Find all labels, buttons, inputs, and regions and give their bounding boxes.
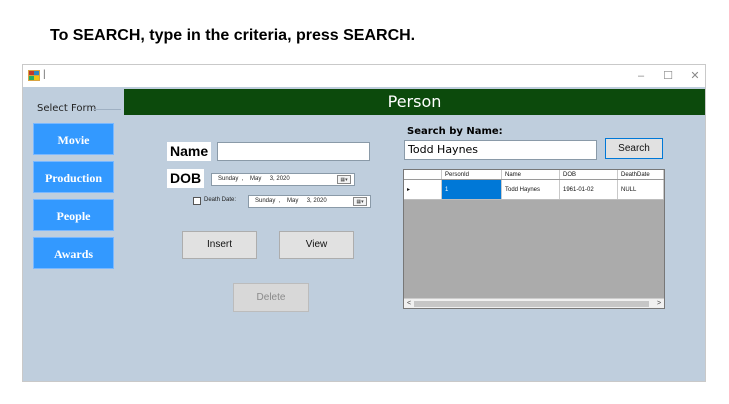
sidebar-item-production[interactable]: Production bbox=[33, 161, 114, 193]
select-form-label: Select Form bbox=[37, 103, 97, 114]
column-header-personid[interactable]: PersonId bbox=[442, 170, 502, 179]
calendar-dropdown-icon[interactable]: ▦▾ bbox=[337, 175, 351, 184]
death-date-value: Sunday , May 3, 2020 bbox=[255, 198, 327, 204]
app-window: | – ☐ ✕ Person Select Form Movie Product… bbox=[22, 64, 706, 382]
death-datepicker[interactable]: Sunday , May 3, 2020 ▦▾ bbox=[248, 195, 371, 208]
column-header-name[interactable]: Name bbox=[502, 170, 560, 179]
page-title: Person bbox=[387, 92, 442, 111]
search-label: Search by Name: bbox=[407, 126, 503, 137]
header-bar: Person bbox=[124, 89, 705, 115]
scrollbar-thumb[interactable] bbox=[414, 301, 649, 307]
scroll-right-icon[interactable]: > bbox=[654, 299, 664, 309]
sidebar-item-awards[interactable]: Awards bbox=[33, 237, 114, 269]
name-input[interactable] bbox=[217, 142, 370, 161]
dob-datepicker[interactable]: Sunday , May 3, 2020 ▦▾ bbox=[211, 173, 355, 186]
death-date-label: Death Date: bbox=[204, 197, 237, 203]
cell-name[interactable]: Todd Haynes bbox=[502, 180, 560, 199]
results-grid[interactable]: PersonId Name DOB DeathDate ▸ 1 Todd Hay… bbox=[403, 169, 665, 309]
app-icon bbox=[28, 70, 40, 81]
column-header-deathdate[interactable]: DeathDate bbox=[618, 170, 664, 179]
cell-personid[interactable]: 1 bbox=[442, 180, 502, 199]
maximize-button[interactable]: ☐ bbox=[659, 68, 677, 84]
dob-value: Sunday , May 3, 2020 bbox=[218, 176, 290, 182]
horizontal-scrollbar[interactable]: < > bbox=[404, 298, 664, 308]
death-date-checkbox[interactable] bbox=[193, 197, 201, 205]
delete-button[interactable]: Delete bbox=[233, 283, 309, 312]
row-header-corner bbox=[404, 170, 442, 179]
cell-dob[interactable]: 1961-01-02 bbox=[560, 180, 618, 199]
sidebar-item-people[interactable]: People bbox=[33, 199, 114, 231]
grid-header: PersonId Name DOB DeathDate bbox=[404, 170, 664, 180]
scroll-left-icon[interactable]: < bbox=[404, 299, 414, 309]
table-row[interactable]: ▸ 1 Todd Haynes 1961-01-02 NULL bbox=[404, 180, 664, 200]
calendar-dropdown-icon[interactable]: ▦▾ bbox=[353, 197, 367, 206]
cell-deathdate[interactable]: NULL bbox=[618, 180, 664, 199]
search-input[interactable]: Todd Haynes bbox=[404, 140, 597, 160]
row-marker-icon: ▸ bbox=[404, 180, 442, 199]
minimize-button[interactable]: – bbox=[632, 68, 650, 84]
view-button[interactable]: View bbox=[279, 231, 354, 259]
title-separator: | bbox=[43, 69, 46, 80]
column-header-dob[interactable]: DOB bbox=[560, 170, 618, 179]
dob-label: DOB bbox=[167, 169, 205, 188]
name-label: Name bbox=[167, 142, 212, 161]
close-button[interactable]: ✕ bbox=[686, 68, 704, 84]
group-box-line bbox=[93, 109, 121, 110]
title-bar[interactable]: | – ☐ ✕ bbox=[23, 65, 705, 87]
sidebar-item-movie[interactable]: Movie bbox=[33, 123, 114, 155]
search-button[interactable]: Search bbox=[605, 138, 663, 159]
insert-button[interactable]: Insert bbox=[182, 231, 257, 259]
instruction-text: To SEARCH, type in the criteria, press S… bbox=[50, 27, 416, 44]
